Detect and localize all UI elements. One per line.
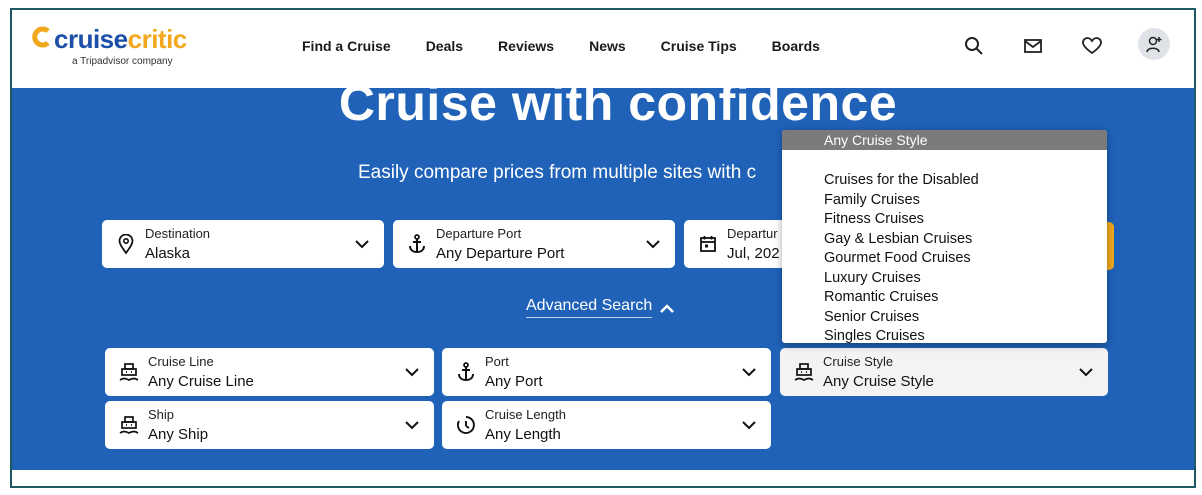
dropdown-option[interactable]: Cruises for the Disabled — [824, 171, 979, 191]
advanced-search-label: Advanced Search — [526, 297, 653, 318]
port-value: Any Port — [485, 373, 543, 390]
hero-title: Cruise with confidence — [338, 75, 898, 131]
dropdown-option-selected[interactable]: Any Cruise Style — [782, 130, 1107, 150]
dropdown-option[interactable]: Gourmet Food Cruises — [824, 249, 979, 269]
logo-subtitle: a Tripadvisor company — [72, 56, 173, 67]
nav-find-a-cruise[interactable]: Find a Cruise — [302, 38, 391, 54]
main-nav: Find a Cruise Deals Reviews News Cruise … — [302, 38, 855, 54]
logo-cruise: cruise — [54, 24, 128, 54]
chevron-down-icon — [405, 421, 419, 430]
cruise-line-select[interactable]: Cruise Line Any Cruise Line — [105, 348, 434, 396]
anchor-icon — [407, 234, 427, 254]
nav-reviews[interactable]: Reviews — [498, 38, 554, 54]
cruise-length-value: Any Length — [485, 426, 561, 443]
chevron-down-icon — [742, 421, 756, 430]
dropdown-option[interactable]: Gay & Lesbian Cruises — [824, 230, 979, 250]
hero-subtitle: Easily compare prices from multiple site… — [358, 162, 757, 183]
cruise-style-value: Any Cruise Style — [823, 373, 934, 390]
page-content-area — [12, 470, 1194, 486]
cruise-length-select[interactable]: Cruise Length Any Length — [442, 401, 771, 449]
departure-port-label: Departure Port — [436, 226, 522, 241]
browser-frame: cruisecritic a Tripadvisor company Find … — [10, 8, 1196, 488]
timer-icon — [456, 415, 476, 435]
destination-label: Destination — [145, 226, 211, 241]
destination-select[interactable]: Destination Alaska — [102, 220, 384, 268]
ship-value: Any Ship — [148, 426, 209, 443]
departure-date-value: Jul, 202 — [727, 245, 780, 262]
user-add-icon[interactable] — [1138, 28, 1170, 60]
dropdown-option[interactable]: Senior Cruises — [824, 308, 979, 328]
cruise-style-dropdown: Any Cruise Style Cruises for the Disable… — [782, 130, 1107, 343]
nav-cruise-tips[interactable]: Cruise Tips — [661, 38, 737, 54]
chevron-down-icon — [355, 240, 369, 249]
ship-icon — [119, 415, 139, 435]
location-pin-icon — [116, 234, 136, 254]
departure-port-select[interactable]: Departure Port Any Departure Port — [393, 220, 675, 268]
cruise-length-label: Cruise Length — [485, 407, 566, 422]
nav-deals[interactable]: Deals — [426, 38, 463, 54]
dropdown-option[interactable]: Fitness Cruises — [824, 210, 979, 230]
nav-news[interactable]: News — [589, 38, 626, 54]
chevron-down-icon — [1079, 368, 1093, 377]
departure-port-value: Any Departure Port — [436, 245, 565, 262]
nav-boards[interactable]: Boards — [772, 38, 820, 54]
cruise-line-label: Cruise Line — [148, 354, 214, 369]
dropdown-options: Cruises for the Disabled Family Cruises … — [824, 171, 979, 343]
ship-label: Ship — [148, 407, 175, 422]
ship-select[interactable]: Ship Any Ship — [105, 401, 434, 449]
search-icon[interactable] — [960, 32, 988, 60]
logo-mark-icon — [32, 26, 50, 48]
cruise-style-label: Cruise Style — [823, 354, 894, 369]
dropdown-option[interactable]: Luxury Cruises — [824, 269, 979, 289]
calendar-icon — [698, 234, 718, 254]
mail-icon[interactable] — [1019, 32, 1047, 60]
logo-critic: critic — [127, 24, 188, 54]
advanced-search-toggle[interactable]: Advanced Search — [526, 297, 676, 318]
destination-value: Alaska — [145, 245, 191, 262]
ship-icon — [119, 362, 139, 382]
logo-text: cruisecritic — [54, 24, 187, 55]
cruise-style-select[interactable]: Cruise Style Any Cruise Style — [780, 348, 1108, 396]
ship-icon — [794, 362, 814, 382]
chevron-down-icon — [646, 240, 660, 249]
cruise-line-value: Any Cruise Line — [148, 373, 254, 390]
chevron-down-icon — [405, 368, 419, 377]
dropdown-option[interactable]: Singles Cruises — [824, 327, 979, 343]
port-select[interactable]: Port Any Port — [442, 348, 771, 396]
chevron-down-icon — [742, 368, 756, 377]
dropdown-option[interactable]: Romantic Cruises — [824, 288, 979, 308]
dropdown-option[interactable]: Family Cruises — [824, 191, 979, 211]
port-label: Port — [485, 354, 509, 369]
heart-icon[interactable] — [1078, 32, 1106, 60]
chevron-up-icon — [660, 303, 675, 313]
anchor-icon — [456, 362, 476, 382]
departure-date-label: Departur — [727, 226, 778, 241]
